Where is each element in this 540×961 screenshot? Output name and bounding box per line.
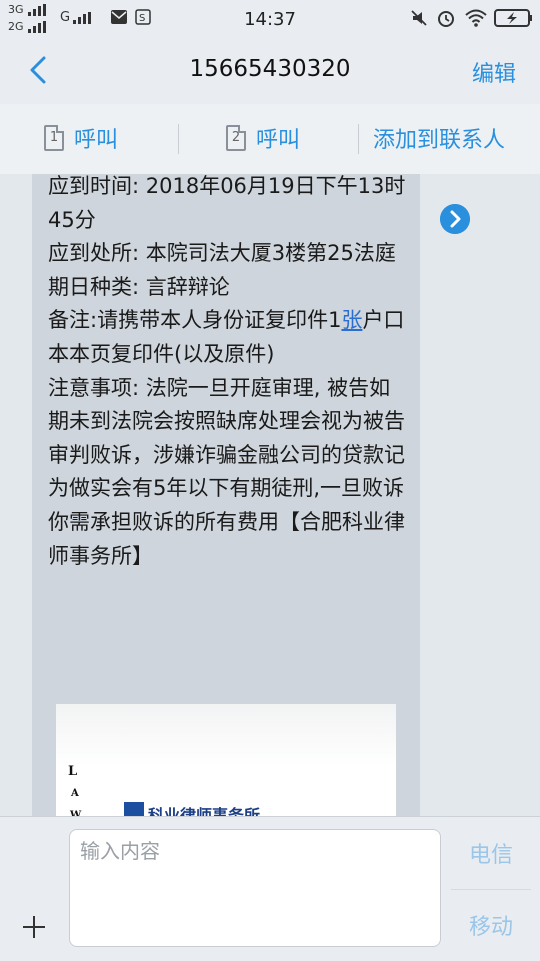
divider <box>178 124 179 154</box>
status-bar: 3G 2G G S 14:37 <box>0 0 540 36</box>
message-link[interactable]: 张 <box>341 308 362 332</box>
add-to-contacts-label: 添加到联系人 <box>373 128 506 153</box>
message-line: 备注:请携带本人身份证复印件1 <box>48 308 342 333</box>
image-letter: L <box>68 764 78 779</box>
compose-bar: 电信 移动 <box>0 816 540 961</box>
call-sim2-button[interactable]: 2 呼叫 <box>226 122 300 154</box>
divider <box>358 124 359 154</box>
forward-chevron-icon[interactable] <box>440 204 470 234</box>
contact-actions-bar: 1 呼叫 2 呼叫 添加到联系人 <box>0 104 540 174</box>
message-image[interactable]: L A W 科业律师事务所 <box>56 704 396 816</box>
message-line: 应到时间: 2018年06月19日下午13时45分 <box>48 174 406 232</box>
call-sim2-label: 呼叫 <box>256 128 301 153</box>
message-input[interactable] <box>78 838 432 864</box>
image-letter: A <box>71 788 79 799</box>
edit-button[interactable]: 编辑 <box>472 56 516 88</box>
message-line: 注意事项: 法院一旦开庭审理, 被告如期未到法院会按照缺席处理会视为被告审判败诉… <box>48 375 405 568</box>
divider <box>451 889 531 890</box>
law-firm-logo-icon <box>124 802 144 816</box>
plus-icon[interactable] <box>20 913 48 941</box>
call-sim1-label: 呼叫 <box>74 128 119 153</box>
message-line: 应到处所: 本院司法大厦3楼第25法庭 <box>48 241 396 266</box>
sim2-icon: 2 <box>226 125 246 151</box>
conversation-header: 15665430320 编辑 <box>0 36 540 104</box>
battery-charging-icon <box>494 9 532 27</box>
mute-icon <box>411 10 427 26</box>
message-line: 期日种类: 言辞辩论 <box>48 274 230 299</box>
sim1-icon: 1 <box>44 125 64 151</box>
alarm-icon <box>438 11 454 27</box>
wifi-icon <box>465 9 487 27</box>
status-time: 14:37 <box>244 9 296 30</box>
contact-phone-number: 15665430320 <box>189 56 351 82</box>
message-input-box[interactable] <box>69 829 441 947</box>
send-sim2-button[interactable]: 移动 <box>451 909 531 941</box>
add-to-contacts-button[interactable]: 添加到联系人 <box>373 122 505 154</box>
call-sim1-button[interactable]: 1 呼叫 <box>44 122 118 154</box>
message-text: 应到时间: 2018年06月19日下午13时45分 应到处所: 本院司法大厦3楼… <box>48 174 408 573</box>
message-list[interactable]: 应到时间: 2018年06月19日下午13时45分 应到处所: 本院司法大厦3楼… <box>0 174 540 816</box>
send-sim1-button[interactable]: 电信 <box>451 837 531 869</box>
law-firm-logo-text: 科业律师事务所 <box>148 806 261 816</box>
